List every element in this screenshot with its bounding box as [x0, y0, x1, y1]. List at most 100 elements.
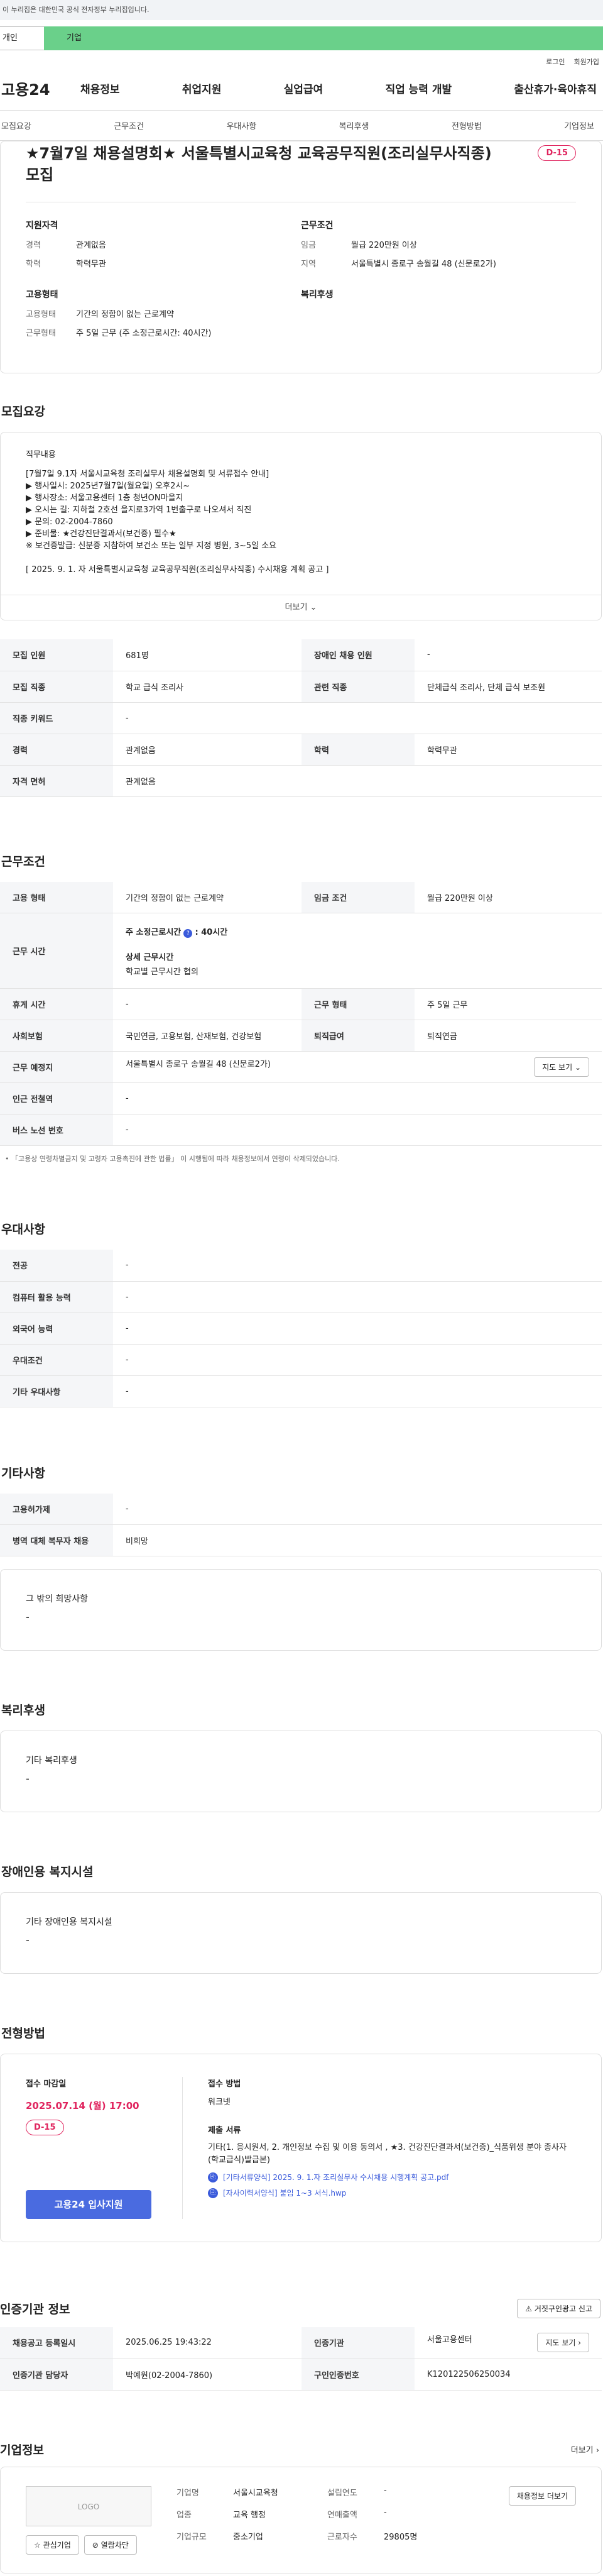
- hours-val: : 40시간: [195, 927, 228, 937]
- attachment-link-1[interactable]: [기타서류양식] 2025. 9. 1.자 조리실무사 수시채용 시행계획 공고…: [223, 2172, 448, 2182]
- anchor-pref[interactable]: 우대사항: [226, 119, 256, 131]
- welfare-card: 기타 복리후생 -: [0, 1731, 602, 1812]
- label: 채용공고 등록일시: [0, 2327, 113, 2359]
- hours-main: 주 소정근로시간: [126, 927, 182, 937]
- gnb-item[interactable]: 취업지원: [182, 80, 222, 96]
- block-button[interactable]: ⊘ 열람차단: [84, 2535, 137, 2555]
- report-button[interactable]: ⚠ 거짓구인광고 신고: [517, 2299, 600, 2318]
- label: 학력: [302, 734, 415, 766]
- value: 서울특별시 종로구 송월길 48 (신문로2가): [351, 260, 496, 269]
- label: 외국어 능력: [0, 1313, 113, 1345]
- value: 단체급식 조리사, 단체 급식 보조원: [415, 671, 602, 703]
- tab-personal[interactable]: 개인: [0, 26, 44, 50]
- value: K120122506250034: [415, 2359, 602, 2391]
- process-card: 접수 마감일 2025.07.14 (월) 17:00 D-15 고용24 입사…: [0, 2054, 602, 2242]
- company-more-link[interactable]: 더보기 ›: [571, 2443, 599, 2455]
- gnb-item[interactable]: 출산휴가·육아휴직: [514, 80, 597, 96]
- value: 서울고용센터: [427, 2335, 472, 2345]
- label: 퇴직급여: [302, 1020, 415, 1052]
- login-link[interactable]: 로그인: [546, 57, 565, 67]
- value: 서울특별시 종로구 송월길 48 (신문로2가): [126, 1060, 271, 1069]
- dday-badge: D-15: [538, 145, 576, 161]
- value: -: [384, 2507, 387, 2518]
- anchor-recruit[interactable]: 모집요강: [1, 119, 31, 131]
- value: 월급 220만원 이상: [415, 881, 602, 913]
- map-button[interactable]: 지도 보기 ›: [537, 2333, 589, 2353]
- label: 근무형태: [26, 329, 56, 338]
- company-jobs-button[interactable]: 채용정보 더보기: [508, 2485, 576, 2506]
- value: 기간의 정함이 없는 근로계약: [76, 310, 174, 319]
- label: 설립연도: [327, 2488, 357, 2498]
- label: 관련 직종: [302, 671, 415, 703]
- site-logo[interactable]: 고용24: [0, 77, 75, 99]
- page-title: ★7월7일 채용설명회★ 서울특별시교육청 교육공무직원(조리실무사직종) 모집: [26, 145, 492, 184]
- gnb-item[interactable]: 직업 능력 개발: [385, 80, 452, 96]
- label: 경력: [26, 241, 41, 250]
- apply-button[interactable]: 고용24 입사지원: [26, 2190, 151, 2219]
- place-cell: 서울특별시 종로구 송월길 48 (신문로2가) 지도 보기 ⌄: [113, 1051, 602, 1083]
- label: 근무 예정지: [0, 1051, 113, 1083]
- label: 인증기관: [302, 2327, 415, 2359]
- label: 병역 대체 복무자 채용: [0, 1524, 113, 1556]
- deadline-title: 접수 마감일: [26, 2079, 67, 2089]
- company-card: LOGO ☆ 관심기업 ⊘ 열람차단 기업명 서울시교육청 설립연도 - 업종 교육 …: [0, 2466, 602, 2573]
- more-button[interactable]: 더보기 ⌄: [1, 595, 601, 620]
- label: 자격 면허: [0, 765, 113, 797]
- label: 기업명: [177, 2488, 199, 2498]
- value: 주 5일 근무 (주 소정근로시간: 40시간): [76, 329, 212, 338]
- info-icon[interactable]: ?: [183, 928, 193, 938]
- disabled-card: 기타 장애인용 복지시설 -: [0, 1892, 602, 1974]
- more-label: 더보기: [285, 603, 308, 612]
- gnb-item[interactable]: 실업급여: [284, 80, 323, 96]
- label: 임금: [301, 241, 316, 250]
- value: 비희망: [113, 1524, 602, 1556]
- anchor-work[interactable]: 근무조건: [114, 119, 144, 131]
- label: 장애인 채용 인원: [302, 639, 415, 671]
- label: 근무 형태: [302, 988, 415, 1020]
- value: -: [113, 1313, 602, 1345]
- label: 사회보험: [0, 1020, 113, 1052]
- label: 기타 우대사항: [0, 1375, 113, 1407]
- anchor-welfare[interactable]: 복리후생: [339, 119, 369, 131]
- age-note: • 「고용상 연령차별금지 및 고령자 고용촉진에 관한 법률」 이 시행됨에 …: [0, 1146, 603, 1164]
- cert-table: 채용공고 등록일시 2025.06.25 19:43:22 인증기관 서울고용센터 지도…: [0, 2327, 602, 2391]
- value: 2025.06.25 19:43:22: [113, 2327, 302, 2359]
- section-title: 근무조건: [1, 854, 45, 869]
- value: -: [113, 1375, 602, 1407]
- favorite-button[interactable]: ☆ 관심기업: [26, 2535, 79, 2555]
- label: 연매출액: [327, 2510, 357, 2520]
- value: 서울시교육청: [233, 2488, 278, 2498]
- job-desc-title: 직무내용: [26, 450, 56, 460]
- docs-title: 제출 서류: [208, 2126, 241, 2135]
- value: 학교 급식 조리사: [113, 671, 302, 703]
- gnb-item[interactable]: 채용정보: [80, 80, 120, 96]
- hours-detail-v: 학교별 근무시간 협의: [126, 967, 198, 977]
- job-summary-card: ★7월7일 채용설명회★ 서울특별시교육청 교육공무직원(조리실무사직종) 모집…: [0, 141, 602, 373]
- section-title: 모집요강: [1, 405, 45, 419]
- value: -: [113, 1082, 602, 1115]
- attachment-link-2[interactable]: [자사이력서양식] 붙임 1~3 서식.hwp: [223, 2188, 346, 2198]
- section-title: 인증기관 정보: [0, 2303, 70, 2316]
- join-link[interactable]: 회원가입: [574, 57, 599, 67]
- label: 구인인증번호: [302, 2359, 415, 2391]
- section-title: 기업정보: [0, 2443, 44, 2457]
- pref-table: 전공 - 컴퓨터 활용 능력 - 외국어 능력 - 우대조건 - 기타 우대사항 -: [0, 1250, 602, 1407]
- other-wish-card: 그 밖의 희망사항 -: [0, 1569, 602, 1651]
- welfare-title: 기타 복리후생: [26, 1756, 77, 1766]
- disabled-title: 기타 장애인용 복지시설: [26, 1917, 112, 1927]
- map-label: 지도 보기: [542, 1063, 573, 1072]
- map-button[interactable]: 지도 보기 ⌄: [534, 1057, 589, 1077]
- block-icon: ⊘: [92, 2540, 101, 2550]
- org-cell: 서울고용센터 지도 보기 ›: [415, 2327, 602, 2359]
- value: 관계없음: [76, 241, 106, 250]
- anchor-process[interactable]: 전형방법: [452, 119, 482, 131]
- label: 기업규모: [177, 2532, 207, 2542]
- qual-title: 지원자격: [26, 221, 58, 231]
- fav-label: 관심기업: [43, 2540, 71, 2550]
- value: -: [384, 2485, 387, 2496]
- welfare-title: 복리후생: [301, 290, 334, 300]
- label: 모집 직종: [0, 671, 113, 703]
- welfare-value: -: [26, 1773, 30, 1785]
- tab-company[interactable]: 기업: [44, 26, 603, 50]
- anchor-company[interactable]: 기업정보: [564, 119, 594, 131]
